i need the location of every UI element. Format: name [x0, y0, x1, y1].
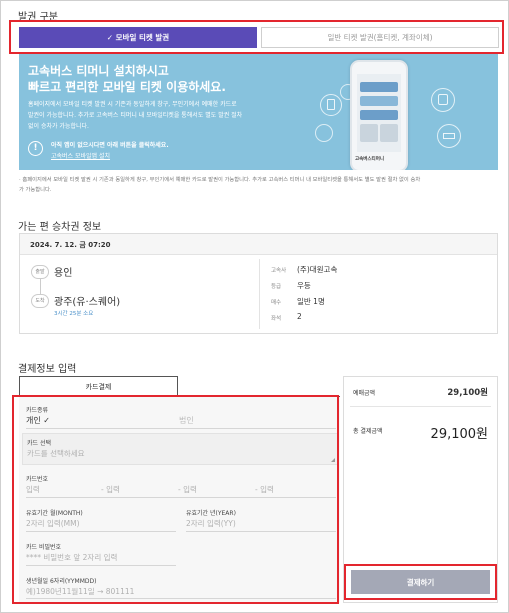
mobile-ticket-circle-icon [320, 94, 342, 116]
detail-label-seat: 좌석 [271, 316, 282, 322]
trip-datetime: 2024. 7. 12. 금 07:20 [30, 241, 111, 249]
banner-app-notice: 아직 앱이 없으시다면 아래 버튼을 클릭하세요. [51, 142, 169, 149]
card-form-highlight [12, 395, 339, 604]
ticket-circle-icon [437, 124, 461, 148]
detail-value-company: (주)대원고속 [297, 265, 338, 274]
mobile-notice-line-1: · 홈페이지에서 모바일 티켓 발권 시 기존과 동일하게 창구, 무인기에서 … [19, 177, 421, 183]
detail-value-seat: 2 [297, 312, 302, 321]
search-circle-icon [315, 124, 333, 142]
banner-headline-1: 고속버스 티머니 설치하시고 [28, 64, 169, 78]
mobile-ticket-tab-label: ✓ 모바일 티켓 발권 [106, 33, 170, 42]
card-payment-tab-label: 카드결제 [85, 383, 112, 391]
trip-duration: 3시간 25분 소요 [54, 311, 94, 317]
mobile-notice-line-2: 가 가능합니다. [19, 187, 52, 193]
banner-desc-3: 없이 승차가 가능합니다. [28, 123, 89, 130]
bus-circle-icon [431, 88, 455, 112]
detail-label-count: 매수 [271, 300, 282, 306]
trip-section-title: 가는 편 승차권 정보 [18, 222, 102, 233]
general-ticket-tab[interactable]: 일반 티켓 발권(홈티켓, 계좌이체) [261, 27, 499, 48]
trip-datetime-bar: 2024. 7. 12. 금 07:20 [20, 234, 497, 255]
detail-label-company: 고속사 [271, 268, 287, 274]
reserve-amount-value: 29,100원 [447, 388, 488, 398]
banner-desc-1: 홈페이지에서 모바일 티켓 발권 시 기존과 동일하게 창구, 무인기에서 예매… [28, 101, 237, 108]
phone-illustration: 고속버스티머니 [350, 60, 408, 170]
phone-caption: 고속버스티머니 [355, 157, 384, 162]
departure-badge: 출발 [31, 265, 49, 279]
mobile-ticket-tab[interactable]: ✓ 모바일 티켓 발권 [19, 27, 257, 48]
trip-divider [259, 259, 260, 329]
detail-value-grade: 우등 [297, 281, 311, 290]
departure-name: 용인 [54, 268, 73, 279]
mobile-app-banner: 고속버스 티머니 설치하시고 빠르고 편리한 모바일 티켓 이용하세요. 홈페이… [19, 54, 498, 170]
payment-section-title: 결제정보 입력 [18, 364, 77, 375]
arrival-badge: 도착 [31, 294, 49, 308]
app-install-link[interactable]: 고속버스 모바일앱 설치 [51, 151, 110, 160]
total-amount-label: 총 결제금액 [353, 428, 383, 435]
banner-headline-2: 빠르고 편리한 모바일 티켓 이용하세요. [28, 80, 226, 94]
pay-button-highlight [344, 564, 497, 600]
general-ticket-tab-label: 일반 티켓 발권(홈티켓, 계좌이체) [327, 33, 433, 42]
banner-desc-2: 발권이 가능합니다. 추가로 고속버스 티머니 내 모바일티켓을 통해서도 별도… [28, 112, 243, 119]
total-amount-value: 29,100원 [430, 427, 488, 442]
card-payment-tab[interactable]: 카드결제 [19, 376, 178, 397]
info-icon: ! [28, 141, 43, 156]
detail-value-count: 일반 1명 [297, 297, 325, 306]
reserve-amount-label: 예매금액 [353, 390, 376, 397]
detail-label-grade: 등급 [271, 284, 282, 290]
arrival-name: 광주(유·스퀘어) [54, 297, 121, 308]
trip-info-card: 2024. 7. 12. 금 07:20 출발 용인 도착 광주(유·스퀘어) … [19, 233, 498, 334]
